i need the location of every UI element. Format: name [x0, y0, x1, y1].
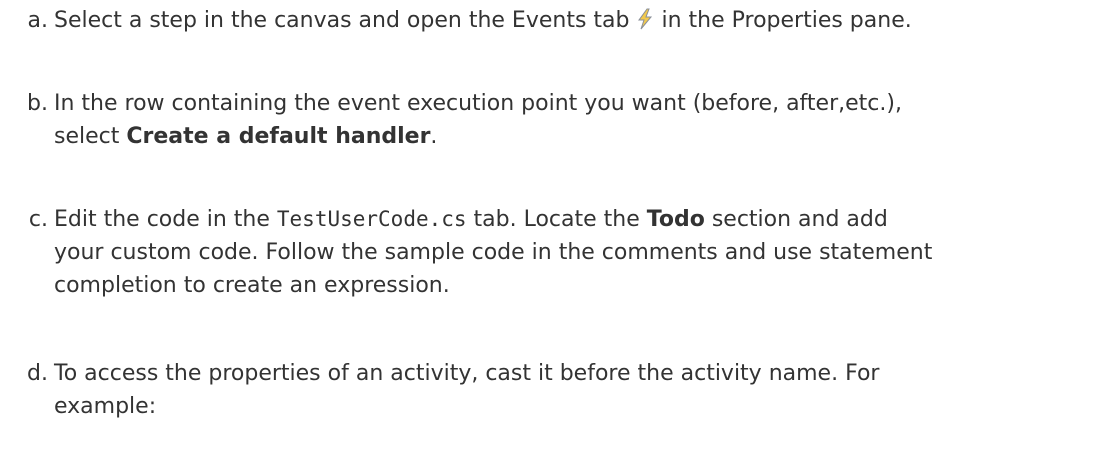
- step-letter: a.: [27, 8, 48, 33]
- step-text: section and add: [704, 207, 888, 232]
- step-letter: d.: [27, 361, 48, 386]
- step-content: In the row containing the event executio…: [54, 87, 902, 153]
- code-filename: TestUserCode.cs: [276, 207, 467, 231]
- step-text: To access the properties of an activity,…: [54, 361, 880, 386]
- step-text: .: [430, 124, 438, 149]
- step-text: In the row containing the event executio…: [54, 91, 902, 116]
- step-content: To access the properties of an activity,…: [54, 357, 879, 423]
- step-text: your custom code. Follow the sample code…: [54, 240, 933, 265]
- step-text: tab. Locate the: [466, 207, 647, 232]
- step-text: completion to create an expression.: [54, 273, 450, 298]
- step-d: d. To access the properties of an activi…: [14, 357, 879, 423]
- step-a: a. Select a step in the canvas and open …: [14, 4, 912, 37]
- step-b: b. In the row containing the event execu…: [14, 87, 902, 153]
- step-letter: c.: [28, 207, 48, 232]
- ui-label-bold: Create a default handler: [126, 124, 431, 149]
- lightning-bolt-icon: [638, 8, 653, 30]
- step-c: c. Edit the code in the TestUserCode.cs …: [14, 203, 932, 302]
- step-letter: b.: [27, 91, 48, 116]
- step-text: Select a step in the canvas and open the…: [54, 8, 630, 33]
- ui-label-bold: Todo: [646, 207, 705, 232]
- step-content: Select a step in the canvas and open the…: [54, 4, 912, 37]
- step-text: select: [54, 124, 127, 149]
- step-content: Edit the code in the TestUserCode.cs tab…: [54, 203, 932, 302]
- step-text: Edit the code in the: [54, 207, 277, 232]
- step-text: example:: [54, 394, 157, 419]
- step-text: in the Properties pane.: [661, 8, 912, 33]
